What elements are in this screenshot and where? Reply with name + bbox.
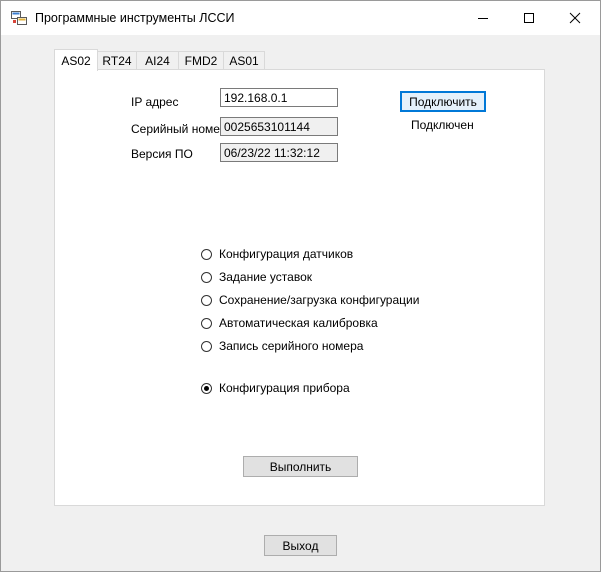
option-label: Задание уставок (219, 270, 312, 284)
ip-address-field[interactable]: 192.168.0.1 (220, 88, 338, 107)
serial-label: Серийный номер (131, 122, 227, 136)
radio-button[interactable] (201, 317, 212, 329)
option-label: Сохранение/загрузка конфигурации (219, 293, 420, 307)
execute-button[interactable]: Выполнить (243, 456, 358, 477)
radio-button[interactable] (201, 294, 212, 306)
tab-as01[interactable]: AS01 (223, 51, 265, 70)
tab-rt24[interactable]: RT24 (97, 51, 137, 70)
maximize-button[interactable] (506, 1, 552, 35)
serial-number-field[interactable]: 0025653101144 (220, 117, 338, 136)
tab-ai24[interactable]: AI24 (136, 51, 179, 70)
exit-button[interactable]: Выход (264, 535, 337, 556)
close-button[interactable] (552, 1, 598, 35)
option-write-serial[interactable]: Запись серийного номера (201, 338, 363, 354)
title-bar[interactable]: Программные инструменты ЛССИ (1, 1, 600, 35)
option-save-load-config[interactable]: Сохранение/загрузка конфигурации (201, 292, 419, 308)
option-label: Конфигурация датчиков (219, 247, 354, 261)
radio-button[interactable] (201, 248, 212, 260)
minimize-icon (478, 18, 488, 19)
window-title: Программные инструменты ЛССИ (35, 11, 235, 25)
radio-button[interactable] (201, 340, 212, 352)
version-label: Версия ПО (131, 147, 193, 161)
option-device-config[interactable]: Конфигурация прибора (201, 380, 350, 396)
tab-as02[interactable]: AS02 (54, 49, 98, 71)
maximize-icon (524, 13, 534, 23)
ip-label: IP адрес (131, 95, 179, 109)
option-setpoints[interactable]: Задание уставок (201, 269, 312, 285)
option-label: Автоматическая калибровка (219, 316, 378, 330)
connect-button[interactable]: Подключить (400, 91, 486, 112)
radio-button[interactable] (201, 271, 212, 283)
connection-status: Подключен (411, 118, 474, 132)
option-auto-calibration[interactable]: Автоматическая калибровка (201, 315, 378, 331)
radio-button-selected[interactable] (201, 382, 212, 394)
main-window: Программные инструменты ЛССИ AS02 RT24 A… (0, 0, 601, 572)
option-sensor-config[interactable]: Конфигурация датчиков (201, 246, 353, 262)
minimize-button[interactable] (460, 1, 506, 35)
firmware-version-field[interactable]: 06/23/22 11:32:12 (220, 143, 338, 162)
radio-dot-icon (204, 385, 209, 391)
tab-fmd2[interactable]: FMD2 (178, 51, 224, 70)
option-label: Конфигурация прибора (219, 381, 350, 395)
app-window-icon (11, 11, 27, 25)
close-icon (569, 12, 581, 24)
option-label: Запись серийного номера (219, 339, 364, 353)
